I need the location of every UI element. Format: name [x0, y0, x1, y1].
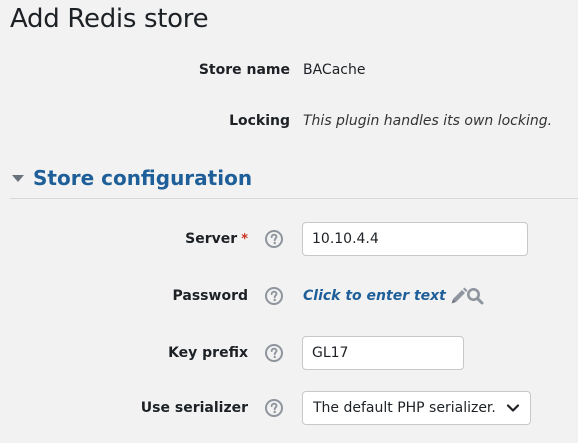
use-serializer-select[interactable]: The default PHP serializer. [302, 391, 531, 425]
key-prefix-row: Key prefix [0, 336, 578, 370]
section-title[interactable]: Store configuration [33, 166, 252, 190]
use-serializer-selected[interactable]: The default PHP serializer. [313, 400, 500, 416]
server-label-text: Server [185, 231, 238, 247]
chevron-down-icon[interactable] [506, 403, 520, 413]
locking-label: Locking [229, 113, 290, 129]
server-input[interactable] [302, 222, 528, 256]
key-prefix-input[interactable] [302, 336, 464, 370]
password-edit-link[interactable]: Click to enter text [303, 279, 469, 313]
store-name-row: Store name BACache [0, 58, 578, 82]
question-circle-icon[interactable] [265, 287, 283, 305]
locking-value: This plugin handles its own locking. [303, 113, 553, 129]
magnifier-icon[interactable] [466, 287, 484, 305]
server-row: Server * [0, 222, 578, 256]
store-configuration-toggle[interactable]: Store configuration [10, 163, 252, 193]
section-divider [10, 198, 578, 199]
page-title: Add Redis store [10, 4, 209, 34]
password-link-text[interactable]: Click to enter text [303, 288, 446, 304]
password-label: Password [172, 288, 248, 304]
store-name-label: Store name [198, 62, 290, 78]
caret-down-icon[interactable] [12, 174, 24, 182]
password-row: Password Click to enter text [0, 279, 578, 313]
store-name-value: BACache [303, 62, 366, 78]
server-label: Server * [185, 222, 248, 256]
required-icon: * [241, 231, 248, 247]
key-prefix-label: Key prefix [168, 345, 248, 361]
use-serializer-label: Use serializer [140, 400, 248, 416]
question-circle-icon[interactable] [265, 344, 283, 362]
question-circle-icon[interactable] [265, 230, 283, 248]
page: Add Redis store Store name BACache Locki… [0, 0, 578, 443]
question-circle-icon[interactable] [265, 399, 283, 417]
locking-row: Locking This plugin handles its own lock… [0, 109, 578, 133]
use-serializer-row: Use serializer The default PHP serialize… [0, 391, 578, 425]
